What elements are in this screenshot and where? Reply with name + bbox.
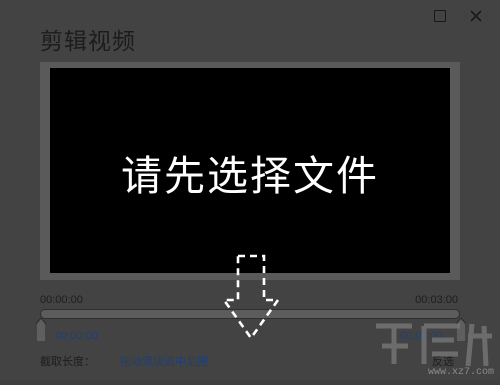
maximize-button[interactable] — [432, 8, 448, 24]
video-preview-screen[interactable]: 请先选择文件 — [50, 68, 450, 273]
close-icon — [470, 10, 482, 22]
maximize-icon — [434, 10, 446, 22]
clip-length-label: 截取长度： — [40, 356, 95, 368]
close-button[interactable] — [468, 8, 484, 24]
clip-video-window: 剪辑视频 请先选择文件 00:00:00 00:03:00 00:00:00 0… — [0, 0, 500, 380]
timeline-start-time: 00:00:00 — [40, 294, 83, 306]
video-preview-frame: 请先选择文件 — [40, 62, 460, 280]
selection-start-time: 00:00:00 — [55, 330, 98, 342]
slider-handle-start[interactable] — [36, 318, 46, 342]
timeline-end-time: 00:03:00 — [415, 294, 458, 306]
dashed-down-arrow-icon — [222, 254, 280, 341]
window-title: 剪辑视频 — [40, 28, 136, 54]
site-watermark: www.xz7.com — [368, 316, 500, 380]
drag-slider-hint: 拖动滑块选中范围 — [120, 356, 208, 368]
watermark-url: www.xz7.com — [427, 367, 494, 378]
slider-handle-icon — [36, 318, 46, 342]
select-file-message: 请先选择文件 — [121, 153, 379, 199]
